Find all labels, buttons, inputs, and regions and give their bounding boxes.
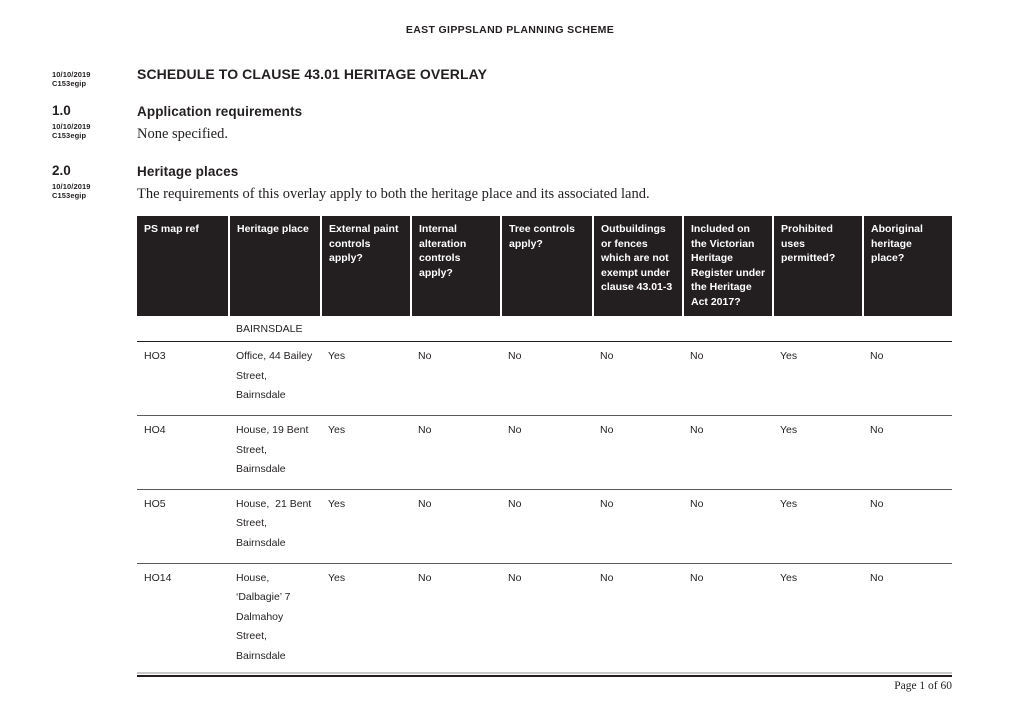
group-row-label: BAIRNSDALE <box>229 315 321 343</box>
document-page: EAST GIPPSLAND PLANNING SCHEME 10/10/201… <box>0 0 1020 721</box>
section-1-heading-wrap: Application requirements <box>137 104 302 119</box>
column-header-internal-alteration: Internal alteration controls apply? <box>411 216 502 316</box>
cell-ps-map-ref: HO14 <box>137 563 229 678</box>
cell-ps-map-ref: HO3 <box>137 341 229 416</box>
cell-vhr-included: No <box>683 489 773 564</box>
cell-prohibited-uses: Yes <box>773 563 863 678</box>
title-meta-amendment: C153egip <box>52 79 87 89</box>
cell-outbuildings-fences: No <box>593 415 683 490</box>
cell-ps-map-ref: HO5 <box>137 489 229 564</box>
column-header-tree-controls: Tree controls apply? <box>501 216 594 316</box>
cell-aboriginal-heritage: No <box>863 563 952 678</box>
table-row: HO5 House, 21 Bent Street, Bairnsdale Ye… <box>137 489 952 564</box>
section-1-number: 1.0 <box>52 103 71 118</box>
column-header-ps-map-ref: PS map ref <box>137 216 230 316</box>
column-header-vhr-included: Included on the Victorian Heritage Regis… <box>683 216 774 316</box>
cell-prohibited-uses: Yes <box>773 415 863 490</box>
cell-external-paint: Yes <box>321 341 411 416</box>
group-row-external-paint <box>321 315 411 343</box>
section-2-meta-date: 10/10/2019 <box>52 182 91 191</box>
section-1-body: None specified. <box>137 126 228 142</box>
group-row-ps-map-ref <box>137 315 229 343</box>
table-row: HO3 Office, 44 Bailey Street, Bairnsdale… <box>137 341 952 416</box>
cell-heritage-place: Office, 44 Bailey Street, Bairnsdale <box>229 341 321 416</box>
cell-external-paint: Yes <box>321 415 411 490</box>
cell-prohibited-uses: Yes <box>773 489 863 564</box>
cell-internal-alteration: No <box>411 489 501 564</box>
cell-aboriginal-heritage: No <box>863 489 952 564</box>
table-row: HO14 House, ‘Dalbagie’ 7 Dalmahoy Street… <box>137 563 952 678</box>
running-header: EAST GIPPSLAND PLANNING SCHEME <box>405 24 615 36</box>
cell-internal-alteration: No <box>411 415 501 490</box>
cell-prohibited-uses: Yes <box>773 341 863 416</box>
group-row-prohibited-uses <box>773 315 863 343</box>
cell-outbuildings-fences: No <box>593 489 683 564</box>
cell-tree-controls: No <box>501 563 593 678</box>
page-title: SCHEDULE TO CLAUSE 43.01 HERITAGE OVERLA… <box>137 66 488 82</box>
cell-internal-alteration: No <box>411 563 501 678</box>
section-2-meta-amendment: C153egip <box>52 191 87 201</box>
cell-external-paint: Yes <box>321 563 411 678</box>
column-header-aboriginal-heritage: Aboriginal heritage place? <box>863 216 952 316</box>
cell-vhr-included: No <box>683 341 773 416</box>
section-1-meta-date: 10/10/2019 <box>52 122 91 131</box>
section-2-heading: Heritage places <box>137 164 239 179</box>
cell-tree-controls: No <box>501 341 593 416</box>
group-row-tree-controls <box>501 315 593 343</box>
section-2-heading-wrap: Heritage places <box>137 164 238 179</box>
cell-aboriginal-heritage: No <box>863 341 952 416</box>
cell-vhr-included: No <box>683 415 773 490</box>
table-group-row: BAIRNSDALE <box>137 315 952 343</box>
title-meta-date: 10/10/2019 <box>52 70 91 79</box>
cell-external-paint: Yes <box>321 489 411 564</box>
group-row-aboriginal-heritage <box>863 315 952 343</box>
section-2-body-wrap: The requirements of this overlay apply t… <box>137 186 650 203</box>
cell-heritage-place: House, 21 Bent Street, Bairnsdale <box>229 489 321 564</box>
cell-internal-alteration: No <box>411 341 501 416</box>
footer-divider <box>137 672 952 674</box>
group-row-internal-alteration <box>411 315 501 343</box>
column-header-prohibited-uses: Prohibited uses permitted? <box>773 216 864 316</box>
table-header-row: PS map ref Heritage place External paint… <box>137 216 952 316</box>
section-2-body: The requirements of this overlay apply t… <box>137 186 650 202</box>
column-header-external-paint: External paint controls apply? <box>321 216 412 316</box>
cell-vhr-included: No <box>683 563 773 678</box>
group-row-vhr-included <box>683 315 773 343</box>
group-row-outbuildings-fences <box>593 315 683 343</box>
cell-outbuildings-fences: No <box>593 563 683 678</box>
column-header-heritage-place: Heritage place <box>229 216 322 316</box>
cell-aboriginal-heritage: No <box>863 415 952 490</box>
section-2-gutter: 2.0 10/10/2019 C153egip <box>52 163 138 200</box>
column-header-outbuildings-fences: Outbuildings or fences which are not exe… <box>593 216 684 316</box>
section-1-meta-amendment: C153egip <box>52 131 87 141</box>
title-gutter-meta: 10/10/2019 C153egip <box>52 70 138 88</box>
section-2-number: 2.0 <box>52 163 71 178</box>
section-1-heading: Application requirements <box>137 104 303 119</box>
page-number: Page 1 of 60 <box>894 680 952 692</box>
page-title-wrap: SCHEDULE TO CLAUSE 43.01 HERITAGE OVERLA… <box>137 66 487 82</box>
heritage-places-table: PS map ref Heritage place External paint… <box>137 216 952 678</box>
cell-tree-controls: No <box>501 489 593 564</box>
cell-tree-controls: No <box>501 415 593 490</box>
table-header: PS map ref Heritage place External paint… <box>137 216 952 316</box>
section-1-body-wrap: None specified. <box>137 126 228 143</box>
section-1-gutter: 1.0 10/10/2019 C153egip <box>52 103 138 140</box>
table-row: HO4 House, 19 Bent Street, Bairnsdale Ye… <box>137 415 952 490</box>
cell-heritage-place: House, ‘Dalbagie’ 7 Dalmahoy Street, Bai… <box>229 563 321 678</box>
cell-outbuildings-fences: No <box>593 341 683 416</box>
cell-heritage-place: House, 19 Bent Street, Bairnsdale <box>229 415 321 490</box>
table-body: BAIRNSDALE HO3 Office, 44 Bailey Street,… <box>137 315 952 678</box>
cell-ps-map-ref: HO4 <box>137 415 229 490</box>
